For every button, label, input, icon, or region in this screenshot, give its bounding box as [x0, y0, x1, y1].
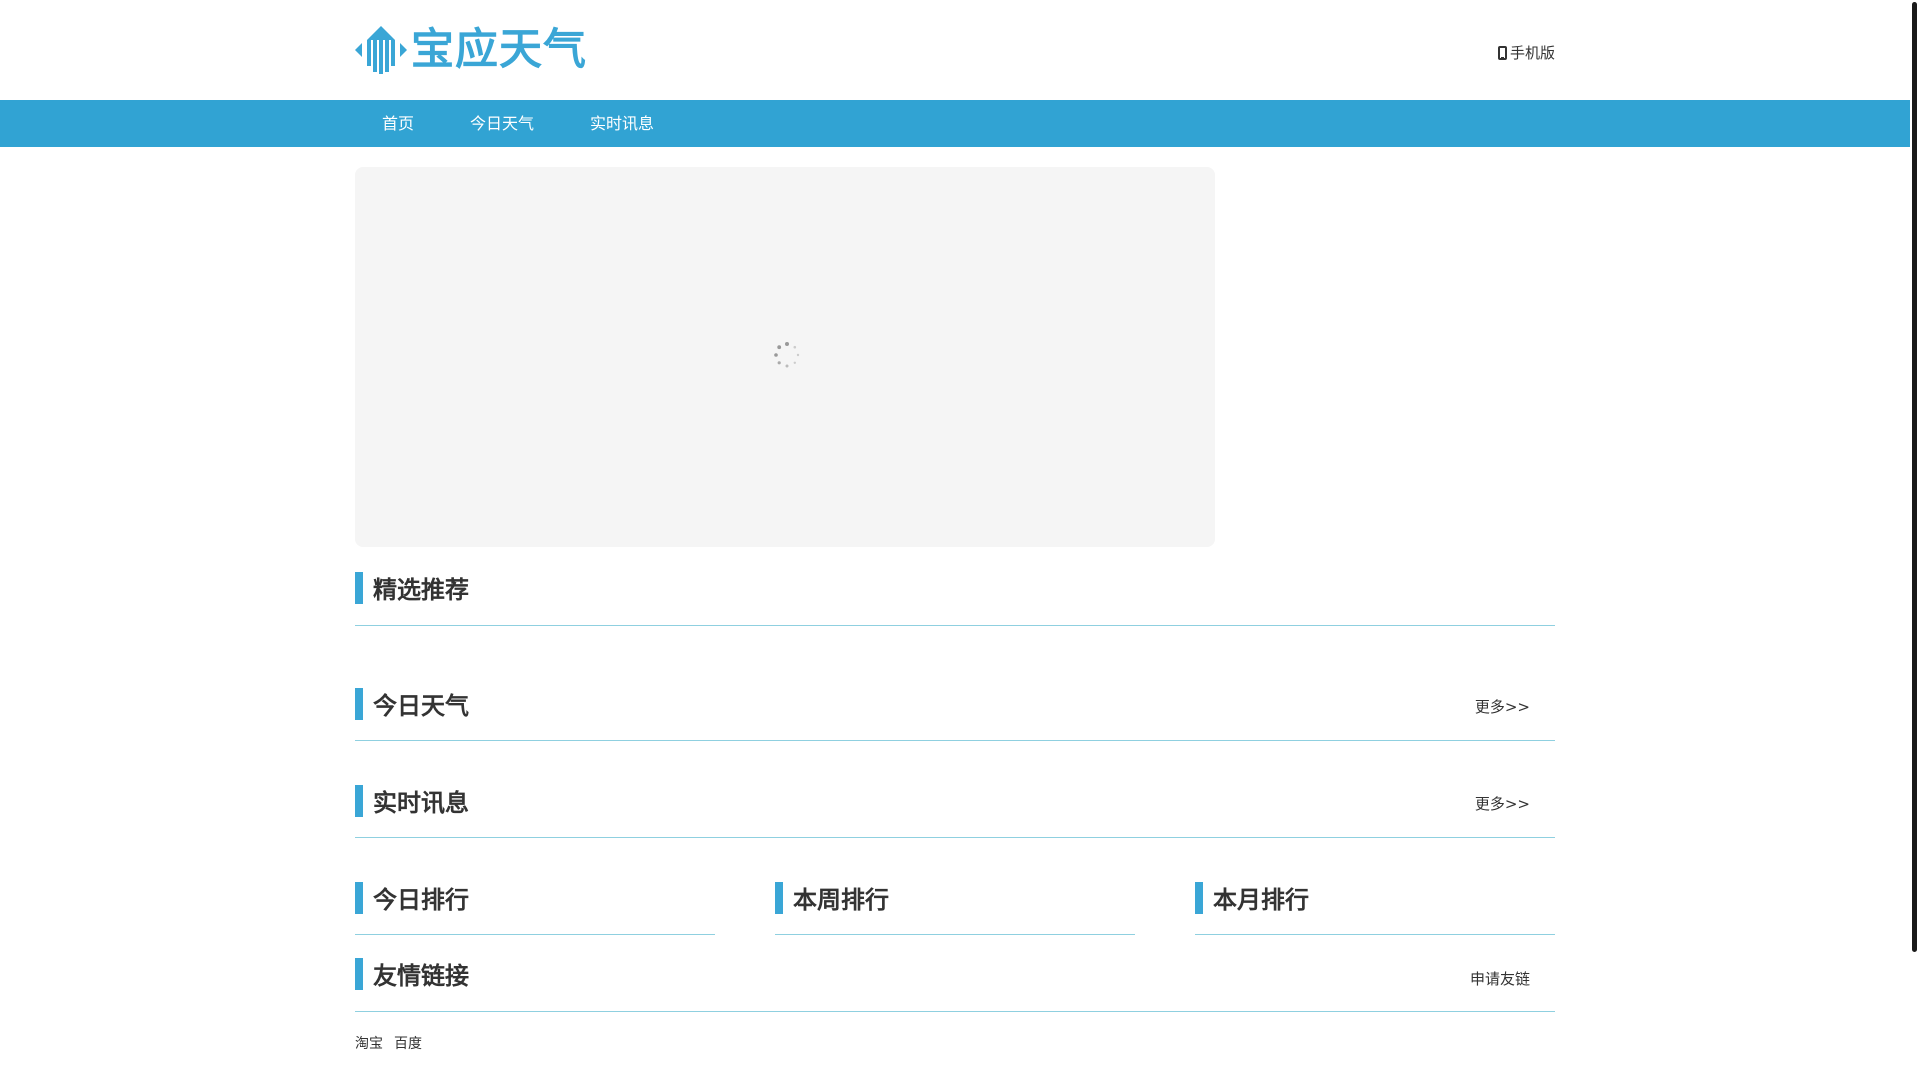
friend-links-section: 友情链接 申请友链 — [355, 954, 1555, 1012]
ranking-week-title: 本周排行 — [793, 886, 889, 914]
friend-links-title: 友情链接 — [373, 962, 469, 990]
building-logo-icon — [355, 26, 407, 74]
friend-link-baidu[interactable]: 百度 — [394, 1033, 422, 1053]
featured-section: 精选推荐 — [355, 568, 1555, 626]
ranking-today-column: 今日排行 — [355, 877, 715, 935]
friend-links-heading: 友情链接 — [355, 956, 469, 991]
ranking-week-heading: 本周排行 — [775, 880, 889, 915]
apply-friend-link[interactable]: 申请友链 — [1470, 968, 1530, 989]
nav-item-realtime-news[interactable]: 实时讯息 — [562, 100, 682, 147]
friend-links-list: 淘宝 百度 — [355, 1033, 433, 1053]
ranking-today-heading: 今日排行 — [355, 880, 469, 915]
today-weather-title: 今日天气 — [373, 692, 469, 720]
ranking-month-title: 本月排行 — [1213, 886, 1309, 914]
realtime-news-heading: 实时讯息 — [355, 783, 469, 818]
section-bar — [1195, 881, 1203, 914]
today-weather-section: 今日天气 更多>> — [355, 684, 1555, 741]
site-header: 宝应天气 手机版 — [0, 0, 1910, 100]
section-bar — [355, 784, 363, 817]
ranking-month-heading: 本月排行 — [1195, 880, 1309, 915]
featured-heading: 精选推荐 — [355, 570, 469, 605]
section-bar — [355, 571, 363, 604]
section-bar — [355, 881, 363, 914]
realtime-news-more-link[interactable]: 更多>> — [1475, 793, 1530, 814]
section-bar — [355, 687, 363, 720]
today-weather-more-link[interactable]: 更多>> — [1475, 696, 1530, 717]
friend-link-taobao[interactable]: 淘宝 — [355, 1033, 383, 1053]
realtime-news-title: 实时讯息 — [373, 789, 469, 817]
featured-title: 精选推荐 — [373, 576, 469, 604]
scrollbar-thumb[interactable] — [1912, 2, 1917, 952]
ranking-today-title: 今日排行 — [373, 886, 469, 914]
ranking-month-column: 本月排行 — [1195, 877, 1555, 935]
main-nav: 首页 今日天气 实时讯息 — [0, 100, 1910, 147]
image-slider[interactable] — [355, 167, 1215, 547]
section-bar — [355, 957, 363, 990]
page-scrollbar[interactable] — [1910, 0, 1920, 1080]
mobile-version-link[interactable]: 手机版 — [1498, 42, 1555, 63]
logo-text: 宝应天气 — [411, 25, 587, 75]
phone-icon — [1498, 45, 1507, 60]
mobile-version-label: 手机版 — [1510, 44, 1556, 62]
loading-spinner-icon — [774, 342, 800, 368]
nav-item-home[interactable]: 首页 — [355, 100, 442, 147]
nav-item-today-weather[interactable]: 今日天气 — [442, 100, 562, 147]
today-weather-heading: 今日天气 — [355, 686, 469, 721]
realtime-news-section: 实时讯息 更多>> — [355, 781, 1555, 838]
ranking-week-column: 本周排行 — [775, 877, 1135, 935]
section-bar — [775, 881, 783, 914]
site-logo[interactable]: 宝应天气 — [355, 24, 587, 76]
